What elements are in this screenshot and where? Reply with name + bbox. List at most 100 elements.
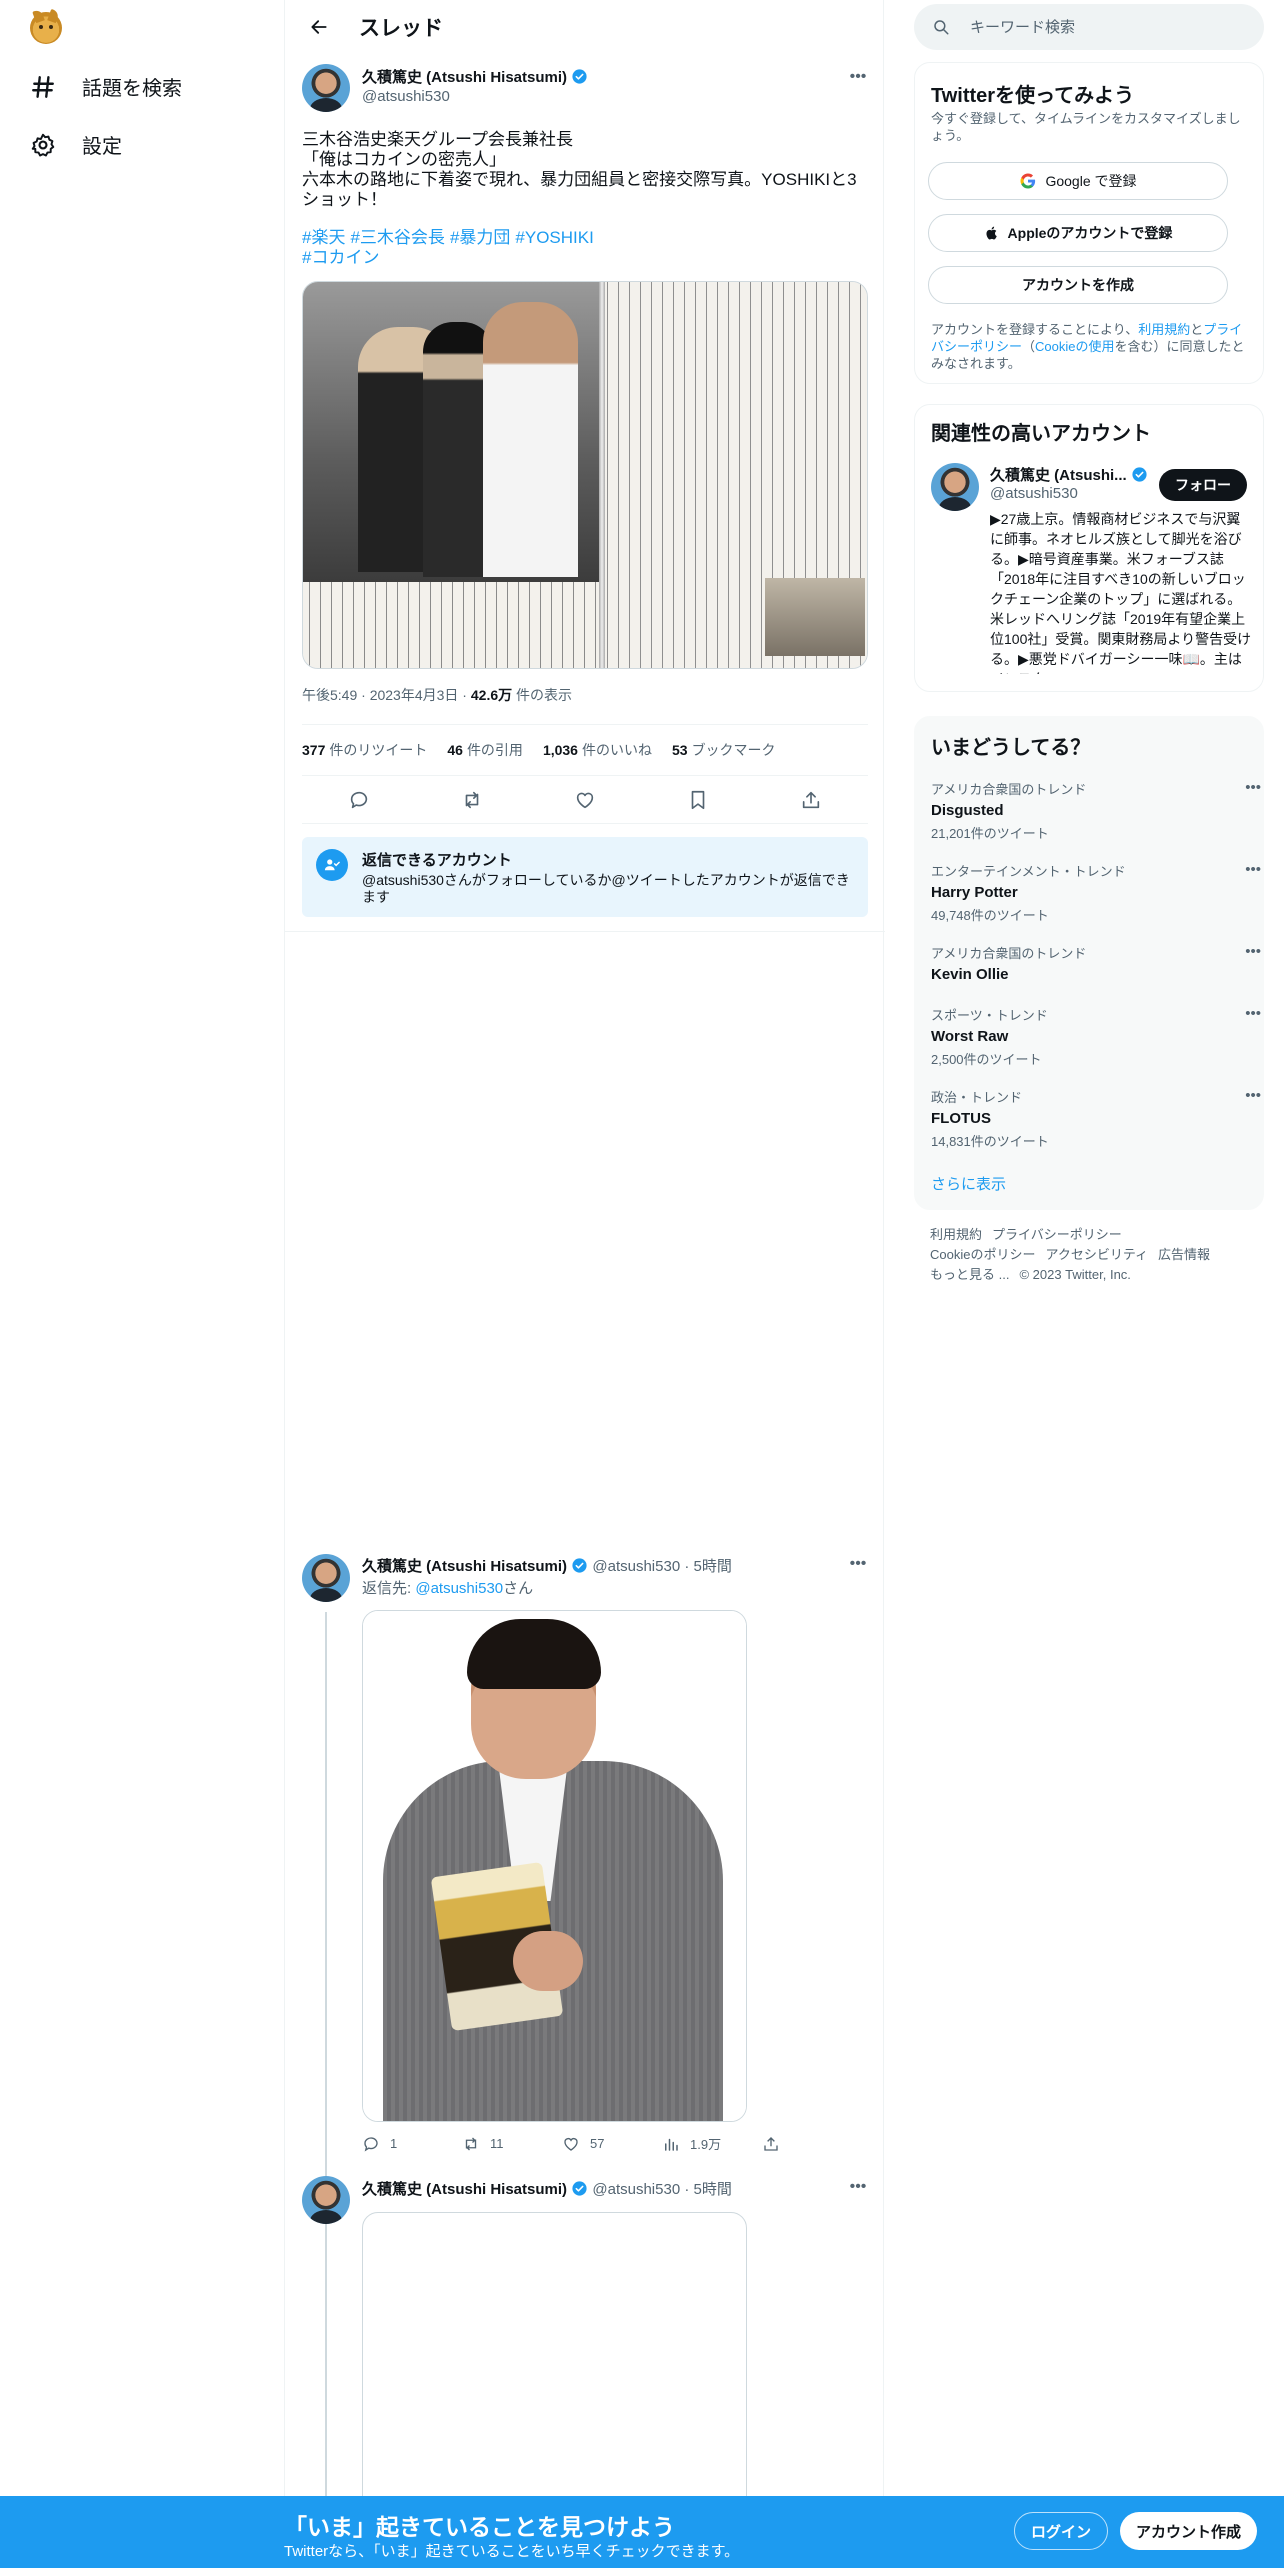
create-account-button[interactable]: アカウントを作成	[928, 266, 1228, 304]
nav-item-settings[interactable]: 設定	[30, 130, 122, 159]
reply-header: 久積篤史 (Atsushi Hisatsumi) @atsushi530 · 5…	[362, 2181, 732, 2198]
hashtag-link[interactable]: #楽天	[302, 228, 345, 247]
verified-badge-icon	[1132, 467, 1147, 482]
footer-link[interactable]: もっと見る ...	[930, 1267, 1009, 1282]
bookmark-count[interactable]: 53 ブックマーク	[672, 740, 776, 760]
reply-time[interactable]: 5時間	[694, 2181, 732, 2198]
share-icon[interactable]	[800, 789, 822, 811]
more-options-icon[interactable]: •••	[1245, 779, 1261, 796]
avatar[interactable]	[302, 1554, 350, 1602]
copyright: © 2023 Twitter, Inc.	[1019, 1267, 1131, 1282]
follow-button[interactable]: フォロー	[1159, 469, 1247, 501]
hashtag-link[interactable]: #三木谷会長	[350, 228, 444, 247]
tweet-time[interactable]: 午後5:49	[302, 687, 357, 703]
author-name: 久積篤史 (Atsushi Hisatsumi)	[362, 69, 568, 86]
hashtag-link[interactable]: #YOSHIKI	[515, 228, 593, 247]
share-button[interactable]	[762, 2134, 782, 2153]
apple-signup-button[interactable]: Appleのアカウントで登録	[928, 214, 1228, 252]
cookie-link[interactable]: Cookieの使用	[1035, 339, 1114, 354]
avatar[interactable]	[302, 64, 350, 112]
divider	[285, 931, 885, 932]
more-options-icon[interactable]: •••	[843, 1553, 873, 1575]
more-options-icon[interactable]: •••	[1245, 943, 1261, 960]
reply-to-handle[interactable]: @atsushi530	[415, 1580, 503, 1597]
verified-badge-icon	[572, 2181, 587, 2196]
trend-item[interactable]: アメリカ合衆国のトレンド Kevin Ollie •••	[931, 943, 1261, 983]
reply-time[interactable]: 5時間	[694, 1558, 732, 1575]
hashtag-link[interactable]: #暴力団	[450, 228, 510, 247]
more-options-icon[interactable]: •••	[1245, 1087, 1261, 1104]
reply-to-line: 返信先: @atsushi530さん	[362, 1580, 534, 1597]
footer-link[interactable]: プライバシーポリシー	[992, 1227, 1122, 1242]
reply-button[interactable]: 1	[362, 2134, 452, 2153]
like-icon[interactable]	[574, 789, 596, 811]
verified-badge-icon	[572, 69, 588, 84]
reply-image[interactable]	[362, 1610, 747, 2122]
footer-link[interactable]: 利用規約	[930, 1227, 982, 1242]
author-name[interactable]: 久積篤史 (Atsushi Hisatsumi)	[362, 1558, 567, 1575]
avatar[interactable]	[302, 2176, 350, 2224]
magazine-photo	[303, 282, 601, 582]
tweet-date[interactable]: 2023年4月3日	[370, 687, 459, 703]
footer-link[interactable]: 広告情報	[1158, 1247, 1210, 1262]
footer-link[interactable]: アクセシビリティ	[1045, 1247, 1148, 1262]
related-title: 関連性の高いアカウント	[931, 423, 1151, 445]
related-bio: ▶27歳上京。情報商材ビジネスで与沢翼に師事。ネオヒルズ族として脚光を浴びる。▶…	[990, 511, 1252, 674]
trend-item[interactable]: 政治・トレンド FLOTUS 14,831件のツイート •••	[931, 1087, 1261, 1150]
author-handle[interactable]: @atsushi530	[592, 1558, 680, 1575]
retweet-icon[interactable]	[461, 789, 483, 811]
google-signup-button[interactable]: Google で登録	[928, 162, 1228, 200]
thread-line	[325, 1612, 327, 2568]
trend-item[interactable]: エンターテインメント・トレンド Harry Potter 49,748件のツイート …	[931, 861, 1261, 924]
search-bar	[914, 4, 1264, 50]
terms-link[interactable]: 利用規約	[1138, 322, 1190, 337]
more-options-icon[interactable]: •••	[843, 66, 873, 88]
bookmark-icon[interactable]	[687, 789, 709, 811]
banner-title: 「いま」起きていることを見つけよう	[284, 2514, 675, 2540]
portrait-photo	[363, 1611, 746, 2121]
show-more-link[interactable]: さらに表示	[931, 1173, 1006, 1194]
hashtag-link[interactable]: #コカイン	[302, 248, 379, 267]
doge-logo-icon[interactable]	[30, 12, 62, 44]
google-icon	[1020, 173, 1036, 189]
nav-item-explore[interactable]: 話題を検索	[30, 72, 182, 101]
like-icon	[564, 2137, 578, 2151]
related-name[interactable]: 久積篤史 (Atsushi...	[990, 464, 1148, 485]
nav-item-label: 設定	[82, 136, 122, 158]
magazine-inset-photo	[765, 578, 865, 656]
trend-item[interactable]: スポーツ・トレンド Worst Raw 2,500件のツイート •••	[931, 1005, 1261, 1068]
views-button[interactable]: 1.9万	[662, 2134, 752, 2153]
banner-subtitle: Twitterなら、「いま」起きていることをいち早くチェックできます。	[284, 2543, 740, 2560]
more-options-icon[interactable]: •••	[843, 2176, 873, 2198]
apple-icon	[986, 226, 997, 240]
tweet-author[interactable]: 久積篤史 (Atsushi Hisatsumi)	[362, 66, 588, 87]
signup-button[interactable]: アカウント作成	[1120, 2512, 1258, 2550]
thread-header: スレッド	[285, 0, 885, 53]
retweet-button[interactable]: 11	[462, 2134, 552, 2153]
login-button[interactable]: ログイン	[1014, 2512, 1109, 2550]
hashtag-list: #楽天 #三木谷会長 #暴力団 #YOSHIKI #コカイン	[302, 228, 802, 268]
related-handle[interactable]: @atsushi530	[990, 485, 1078, 502]
footer-link[interactable]: Cookieのポリシー	[930, 1247, 1035, 1262]
avatar[interactable]	[931, 463, 979, 511]
author-handle[interactable]: @atsushi530	[362, 88, 450, 105]
more-options-icon[interactable]: •••	[1245, 1005, 1261, 1022]
verified-badge-icon	[572, 1558, 587, 1573]
user-check-icon	[316, 849, 348, 881]
signup-subtitle: 今すぐ登録して、タイムラインをカスタマイズしましょう。	[931, 111, 1241, 143]
like-button[interactable]: 57	[562, 2134, 652, 2153]
author-handle[interactable]: @atsushi530	[592, 2181, 680, 2198]
like-count[interactable]: 1,036 件のいいね	[543, 740, 652, 760]
tweet-actions	[302, 776, 868, 824]
views-chart-icon	[665, 2138, 678, 2151]
back-button[interactable]	[301, 9, 337, 45]
author-name[interactable]: 久積篤史 (Atsushi Hisatsumi)	[362, 2181, 567, 2198]
search-input[interactable]	[970, 18, 1250, 36]
trend-item[interactable]: アメリカ合衆国のトレンド Disgusted 21,201件のツイート •••	[931, 779, 1261, 842]
reply-icon[interactable]	[348, 789, 370, 811]
tweet-image[interactable]	[302, 281, 868, 669]
more-options-icon[interactable]: •••	[1245, 861, 1261, 878]
quote-count[interactable]: 46 件の引用	[447, 740, 523, 760]
retweet-count[interactable]: 377 件のリツイート	[302, 740, 427, 760]
reply-header: 久積篤史 (Atsushi Hisatsumi) @atsushi530 · 5…	[362, 1558, 732, 1575]
